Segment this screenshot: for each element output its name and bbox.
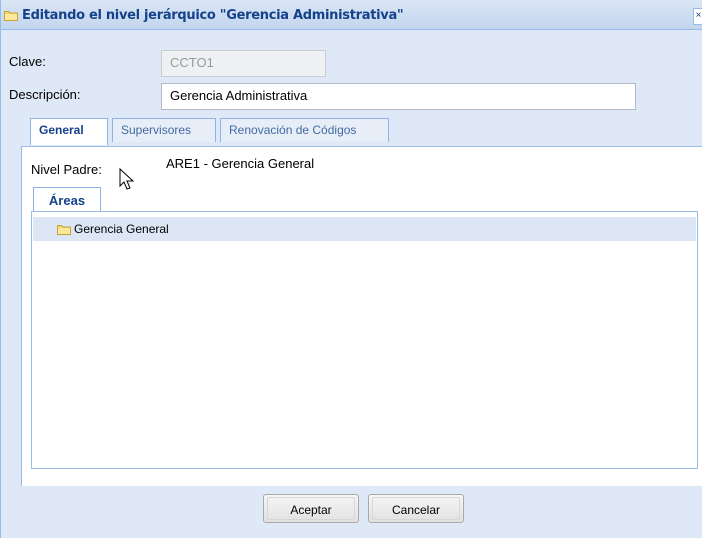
mouse-cursor-icon bbox=[119, 168, 135, 190]
dialog-window: Editando el nivel jerárquico "Gerencia A… bbox=[0, 0, 702, 538]
nivel-padre-label: Nivel Padre: bbox=[31, 162, 102, 177]
tree-item-label: Gerencia General bbox=[74, 222, 169, 236]
descripcion-label: Descripción: bbox=[9, 87, 81, 102]
tab-supervisores[interactable]: Supervisores bbox=[112, 118, 216, 142]
clave-field[interactable]: CCTO1 bbox=[161, 50, 326, 77]
folder-icon bbox=[4, 11, 18, 21]
tab-general[interactable]: General bbox=[30, 118, 108, 145]
button-bevel bbox=[372, 497, 460, 520]
window-title: Editando el nivel jerárquico "Gerencia A… bbox=[22, 8, 404, 23]
tab-renovacion-codigos[interactable]: Renovación de Códigos bbox=[220, 118, 389, 142]
cancel-button[interactable]: Cancelar bbox=[368, 494, 464, 523]
tab-areas[interactable]: Áreas bbox=[33, 187, 101, 214]
accept-button[interactable]: Aceptar bbox=[263, 494, 359, 523]
title-bar[interactable]: Editando el nivel jerárquico "Gerencia A… bbox=[1, 0, 702, 30]
tree-item-gerencia-general[interactable]: Gerencia General bbox=[33, 217, 696, 241]
folder-icon bbox=[57, 225, 71, 235]
nivel-padre-value[interactable]: ARE1 - Gerencia General bbox=[166, 156, 314, 171]
close-button[interactable]: × bbox=[693, 8, 702, 25]
areas-tree: Gerencia General bbox=[31, 211, 698, 469]
clave-label: Clave: bbox=[9, 54, 46, 69]
button-bevel bbox=[267, 497, 355, 520]
descripcion-field[interactable]: Gerencia Administrativa bbox=[161, 83, 636, 110]
